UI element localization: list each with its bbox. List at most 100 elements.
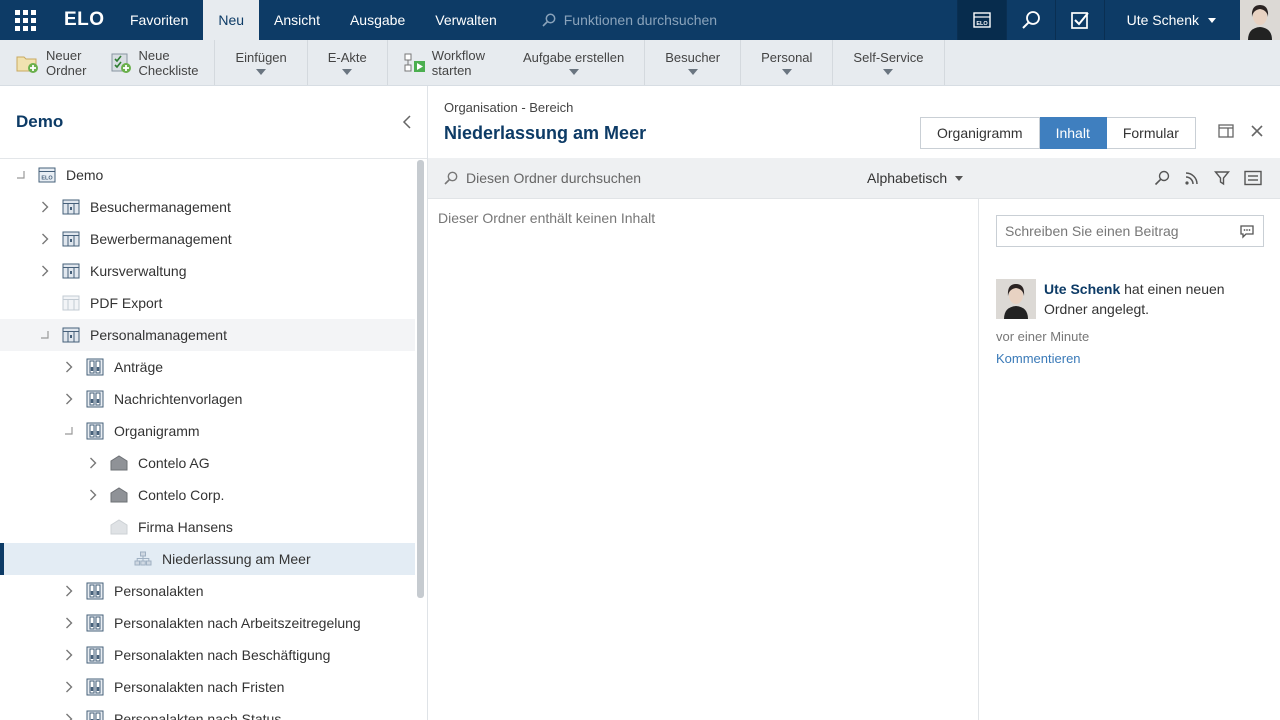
visitor-label: Besucher xyxy=(665,50,721,65)
menu-ansicht[interactable]: Ansicht xyxy=(259,0,335,40)
tasks-button[interactable] xyxy=(1054,0,1104,40)
cabinet-icon xyxy=(62,326,80,344)
search-icon[interactable] xyxy=(1154,170,1170,186)
tree-item[interactable]: Organigramm xyxy=(0,415,415,447)
binder-icon xyxy=(86,646,104,664)
tree-item-label: Personalakten nach Arbeitszeitregelung xyxy=(114,615,361,631)
tab-formular[interactable]: Formular xyxy=(1106,117,1196,149)
tab-organigramm[interactable]: Organigramm xyxy=(920,117,1040,149)
tree-item[interactable]: Personalakten nach Fristen xyxy=(0,671,415,703)
e-akte-label: E-Akte xyxy=(327,50,367,65)
new-checklist-line1: Neue xyxy=(138,47,170,63)
chevron-right-icon[interactable] xyxy=(38,232,52,246)
new-checklist-button[interactable]: Neue Checkliste xyxy=(98,40,216,85)
tree-item[interactable]: Niederlassung am Meer xyxy=(0,543,415,575)
chevron-right-icon[interactable] xyxy=(62,392,76,406)
filter-icon[interactable] xyxy=(1214,170,1230,186)
top-bar: ELO Favoriten Neu Ansicht Ausgabe Verwal… xyxy=(0,0,1280,40)
tree-item[interactable]: Anträge xyxy=(0,351,415,383)
avatar[interactable] xyxy=(996,279,1036,319)
cabinet-icon xyxy=(62,230,80,248)
repository-panel: Demo ELO Demo Besuchermanagement Bewerberma… xyxy=(0,86,428,720)
grid-icon xyxy=(14,9,36,31)
user-menu[interactable]: Ute Schenk xyxy=(1103,0,1240,40)
personnel-dropdown[interactable]: Personal xyxy=(741,40,834,85)
insert-dropdown[interactable]: Einfügen xyxy=(215,40,308,85)
app-launcher-button[interactable] xyxy=(0,0,50,40)
feed-icon[interactable] xyxy=(1184,170,1200,186)
personnel-label: Personal xyxy=(761,50,813,65)
tree-item[interactable]: Personalakten xyxy=(0,575,415,607)
function-search[interactable]: Funktionen durchsuchen xyxy=(542,0,962,40)
tree-item[interactable]: Kursverwaltung xyxy=(0,255,415,287)
tab-inhalt[interactable]: Inhalt xyxy=(1039,117,1107,149)
tree-item-label: Contelo AG xyxy=(138,455,210,471)
chevron-right-icon[interactable] xyxy=(38,200,52,214)
post-placeholder: Schreiben Sie einen Beitrag xyxy=(1005,223,1179,239)
tree-item[interactable]: Nachrichtenvorlagen xyxy=(0,383,415,415)
menu-ausgabe[interactable]: Ausgabe xyxy=(335,0,420,40)
tree-item-label: Personalakten nach Status xyxy=(114,711,282,720)
page-title: Niederlassung am Meer xyxy=(444,123,647,143)
search-button[interactable] xyxy=(1005,0,1055,40)
tree-item[interactable]: PDF Export xyxy=(0,287,415,319)
chevron-right-icon[interactable] xyxy=(62,712,76,720)
chevron-right-icon[interactable] xyxy=(86,456,100,470)
tree-item[interactable]: Firma Hansens xyxy=(0,511,415,543)
post-input[interactable]: Schreiben Sie einen Beitrag xyxy=(996,215,1264,247)
tree-item[interactable]: Personalakten nach Beschäftigung xyxy=(0,639,415,671)
folder-search[interactable]: Diesen Ordner durchsuchen xyxy=(444,170,641,186)
tree-item[interactable]: Personalakten nach Arbeitszeitregelung xyxy=(0,607,415,639)
tree-scrollbar[interactable] xyxy=(417,160,424,598)
comment-link[interactable]: Kommentieren xyxy=(996,351,1081,366)
chevron-right-icon[interactable] xyxy=(38,264,52,278)
tree-item[interactable]: Personalakten nach Status xyxy=(0,703,415,720)
menu-verwalten[interactable]: Verwalten xyxy=(420,0,511,40)
chevron-right-icon[interactable] xyxy=(62,680,76,694)
triangle-down-icon xyxy=(883,69,894,75)
list-view-icon[interactable] xyxy=(1244,170,1262,186)
avatar[interactable] xyxy=(1240,0,1280,40)
tree-item[interactable]: Besuchermanagement xyxy=(0,191,415,223)
chevron-right-icon[interactable] xyxy=(62,584,76,598)
layout-icon[interactable] xyxy=(1218,124,1234,138)
tree-item-label: Personalmanagement xyxy=(90,327,227,343)
chevron-right-icon[interactable] xyxy=(62,648,76,662)
tree-item[interactable]: Bewerbermanagement xyxy=(0,223,415,255)
binder-icon xyxy=(86,710,104,720)
triangle-down-icon xyxy=(955,175,964,181)
tree-item-label: Bewerbermanagement xyxy=(90,231,232,247)
collapse-icon[interactable] xyxy=(38,328,52,342)
tree-item-label: Organigramm xyxy=(114,423,200,439)
svg-text:ELO: ELO xyxy=(41,176,53,182)
collapse-icon[interactable] xyxy=(62,424,76,438)
tree-item[interactable]: Contelo Corp. xyxy=(0,479,415,511)
view-tabs: Organigramm Inhalt Formular xyxy=(920,117,1196,149)
self-service-dropdown[interactable]: Self-Service xyxy=(833,40,945,85)
e-akte-dropdown[interactable]: E-Akte xyxy=(308,40,388,85)
start-workflow-button[interactable]: Workflow starten xyxy=(388,40,503,85)
tree-item[interactable]: Personalmanagement xyxy=(0,319,415,351)
triangle-down-icon xyxy=(781,69,792,75)
menu-neu[interactable]: Neu xyxy=(203,0,260,40)
comment-icon[interactable] xyxy=(1239,223,1255,239)
collapse-icon[interactable] xyxy=(14,168,28,182)
breadcrumb[interactable]: Organisation - Bereich xyxy=(444,100,573,115)
chevron-left-icon[interactable] xyxy=(401,115,413,129)
feed-user-link[interactable]: Ute Schenk xyxy=(1044,281,1120,297)
visitor-dropdown[interactable]: Besucher xyxy=(645,40,742,85)
feed-timestamp: vor einer Minute xyxy=(996,329,1090,344)
chevron-right-icon[interactable] xyxy=(62,360,76,374)
sort-dropdown[interactable]: Alphabetisch xyxy=(867,170,964,186)
tree-item[interactable]: Contelo AG xyxy=(0,447,415,479)
search-icon xyxy=(1021,11,1040,29)
create-task-dropdown[interactable]: Aufgabe erstellen xyxy=(503,40,646,85)
archive-button[interactable]: ELO xyxy=(956,0,1006,40)
tree-item[interactable]: ELO Demo xyxy=(0,159,415,191)
chevron-right-icon[interactable] xyxy=(86,488,100,502)
cabinet-light-icon xyxy=(62,294,80,312)
chevron-right-icon[interactable] xyxy=(62,616,76,630)
close-icon[interactable] xyxy=(1250,124,1264,138)
new-folder-button[interactable]: Neuer Ordner xyxy=(0,40,98,85)
menu-favoriten[interactable]: Favoriten xyxy=(115,0,203,40)
